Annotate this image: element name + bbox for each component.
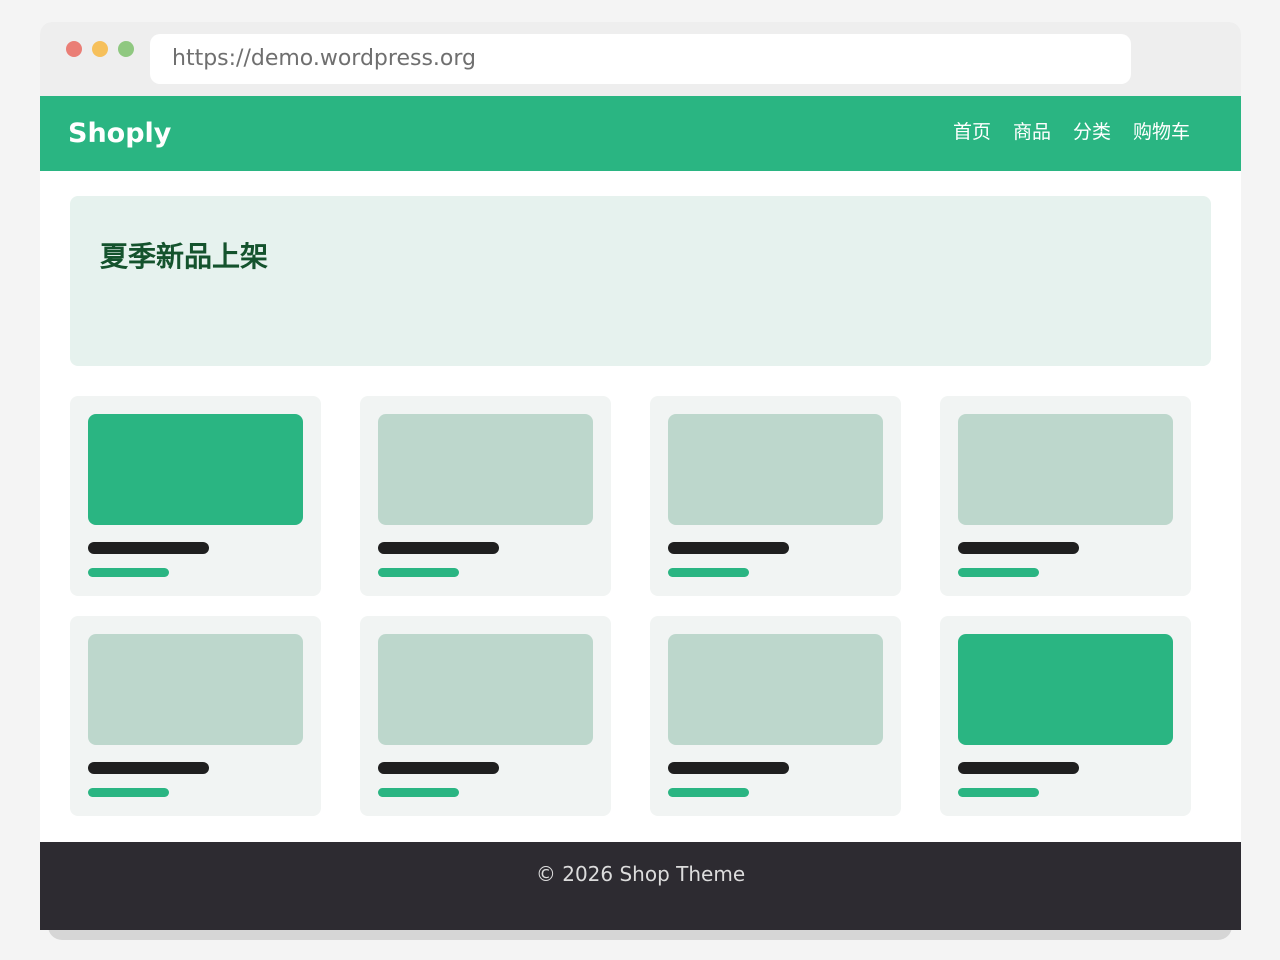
product-image[interactable] [958, 414, 1173, 525]
product-card[interactable] [360, 396, 611, 596]
product-title-placeholder [88, 762, 209, 774]
product-price-placeholder [668, 568, 749, 577]
close-window-dot[interactable] [66, 41, 82, 57]
main-nav: 首页 商品 分类 购物车 [953, 120, 1190, 144]
product-price-placeholder [668, 788, 749, 797]
product-card[interactable] [940, 396, 1191, 596]
hero-title: 夏季新品上架 [100, 240, 269, 273]
browser-window: https://demo.wordpress.org Shoply 首页 商品 … [40, 22, 1241, 930]
product-title-placeholder [668, 762, 789, 774]
product-title-placeholder [378, 762, 499, 774]
product-image[interactable] [88, 634, 303, 745]
nav-products-link[interactable]: 商品 [1013, 120, 1051, 144]
product-card[interactable] [940, 616, 1191, 816]
product-image[interactable] [668, 414, 883, 525]
product-price-placeholder [88, 788, 169, 797]
product-card[interactable] [70, 616, 321, 816]
product-title-placeholder [668, 542, 789, 554]
site-footer: © 2026 Shop Theme [40, 842, 1241, 930]
minimize-window-dot[interactable] [92, 41, 108, 57]
product-card[interactable] [70, 396, 321, 596]
product-image[interactable] [378, 414, 593, 525]
product-card[interactable] [360, 616, 611, 816]
product-price-placeholder [378, 568, 459, 577]
footer-copyright: © 2026 Shop Theme [535, 862, 746, 886]
product-card[interactable] [650, 616, 901, 816]
product-price-placeholder [88, 568, 169, 577]
product-price-placeholder [958, 788, 1039, 797]
product-title-placeholder [958, 542, 1079, 554]
product-card[interactable] [650, 396, 901, 596]
address-bar[interactable]: https://demo.wordpress.org [150, 34, 1131, 84]
product-title-placeholder [958, 762, 1079, 774]
product-title-placeholder [378, 542, 499, 554]
product-price-placeholder [958, 568, 1039, 577]
nav-cart-link[interactable]: 购物车 [1133, 120, 1190, 144]
nav-home-link[interactable]: 首页 [953, 120, 991, 144]
hero-banner: 夏季新品上架 [70, 196, 1211, 366]
product-image[interactable] [88, 414, 303, 525]
site-header: Shoply 首页 商品 分类 购物车 [40, 96, 1241, 171]
browser-chrome: https://demo.wordpress.org [40, 22, 1241, 96]
address-url[interactable]: https://demo.wordpress.org [172, 46, 476, 72]
product-image[interactable] [958, 634, 1173, 745]
product-price-placeholder [378, 788, 459, 797]
product-title-placeholder [88, 542, 209, 554]
maximize-window-dot[interactable] [118, 41, 134, 57]
nav-categories-link[interactable]: 分类 [1073, 120, 1111, 144]
product-grid [70, 396, 1191, 816]
site-logo[interactable]: Shoply [68, 118, 171, 150]
product-image[interactable] [668, 634, 883, 745]
product-image[interactable] [378, 634, 593, 745]
